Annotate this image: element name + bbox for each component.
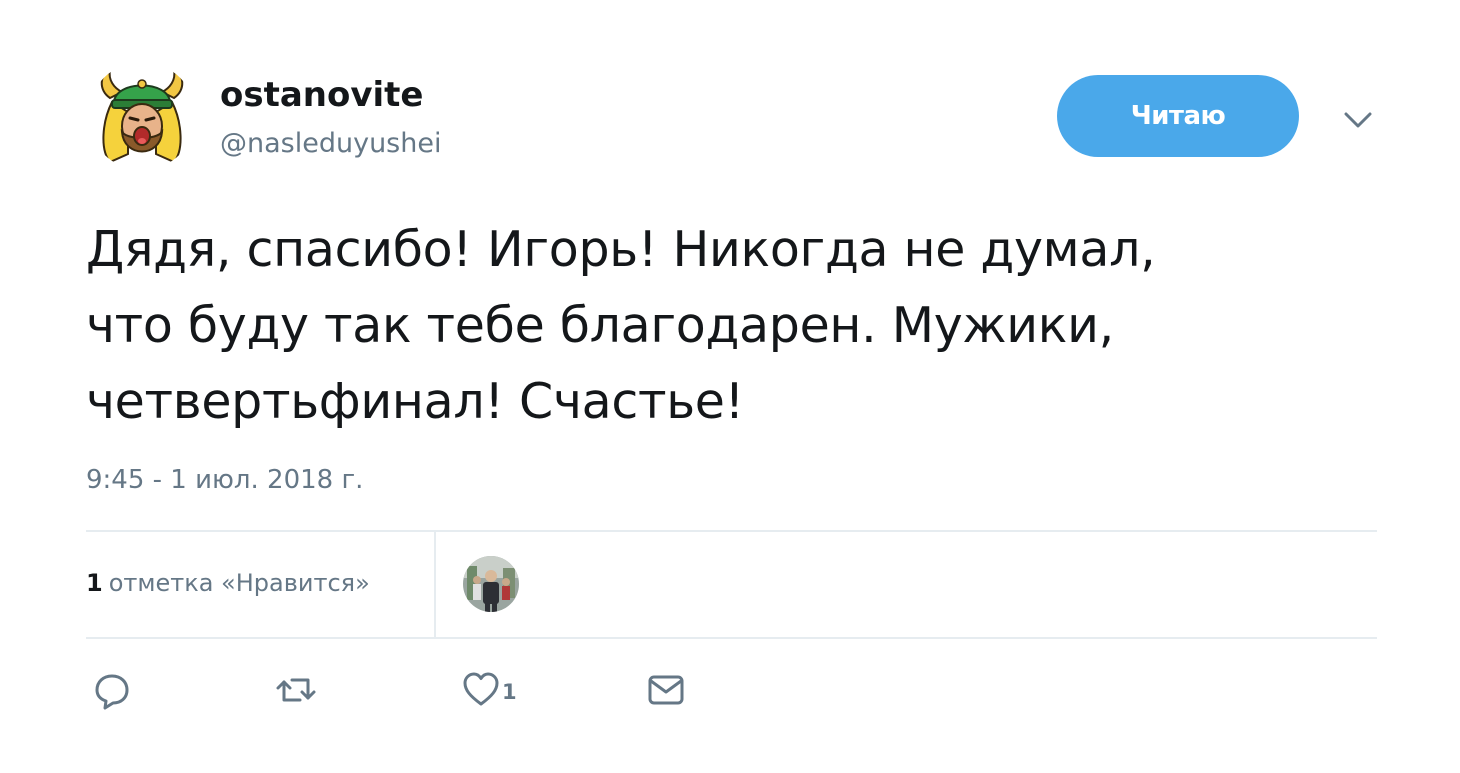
chevron-down-icon[interactable] — [1340, 104, 1376, 134]
direct-message-button[interactable] — [646, 670, 686, 714]
following-button[interactable]: Читаю — [1057, 75, 1299, 157]
tweet-text-line: четвертьфинал! Счастье! — [86, 373, 744, 430]
divider — [86, 637, 1377, 639]
likes-label: отметка «Нравится» — [108, 569, 370, 597]
user-avatar-icon[interactable] — [463, 556, 519, 612]
tweet-text-line: Дядя, спасибо! Игорь! Никогда не думал, — [86, 221, 1156, 278]
like-button[interactable]: 1 — [462, 670, 517, 714]
heart-icon — [462, 670, 500, 710]
envelope-icon — [646, 670, 686, 710]
tweet-card: ostanovite @nasleduyushei Читаю Дядя, сп… — [0, 0, 1460, 773]
author-display-name[interactable]: ostanovite — [220, 74, 424, 116]
viking-avatar-icon[interactable] — [88, 62, 196, 170]
like-count: 1 — [502, 680, 517, 704]
retweet-icon — [274, 670, 318, 710]
retweet-button[interactable] — [274, 670, 318, 714]
author-username[interactable]: @nasleduyushei — [220, 126, 441, 162]
likes-stat[interactable]: 1 отметка «Нравится» — [86, 564, 370, 602]
divider — [434, 532, 436, 637]
divider — [86, 530, 1377, 532]
likes-count: 1 — [86, 569, 103, 597]
reply-button[interactable] — [92, 670, 132, 714]
tweet-text: Дядя, спасибо! Игорь! Никогда не думал, … — [86, 212, 1346, 440]
reply-icon — [92, 670, 132, 710]
tweet-text-line: что буду так тебе благодарен. Мужики, — [86, 297, 1114, 354]
tweet-timestamp[interactable]: 9:45 - 1 июл. 2018 г. — [86, 460, 363, 500]
